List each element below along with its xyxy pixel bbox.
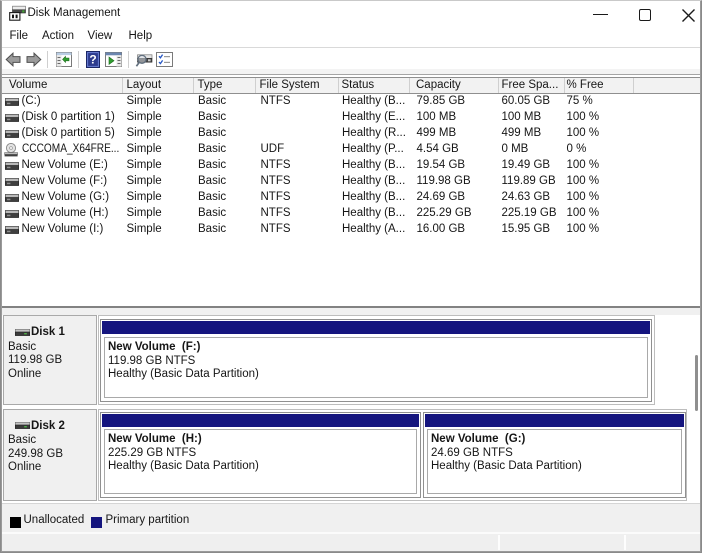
svg-text:?: ? xyxy=(89,53,96,67)
